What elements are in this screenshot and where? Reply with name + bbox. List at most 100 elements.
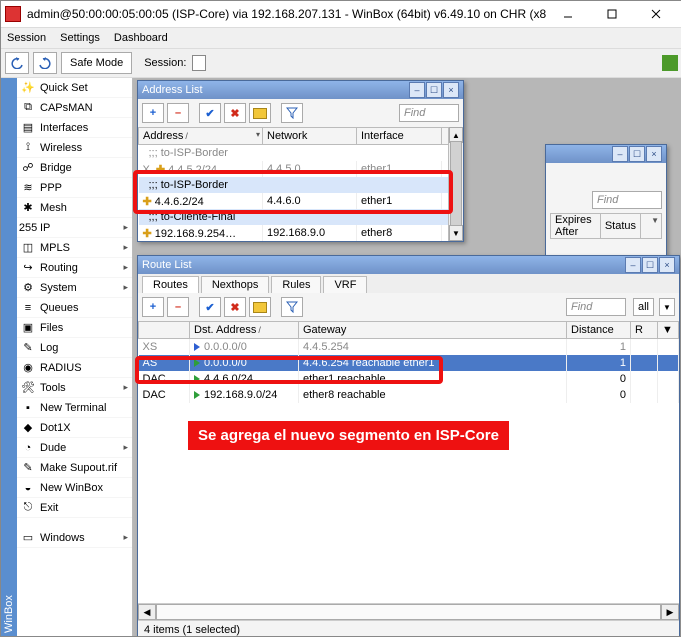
sidebar-item-capsman[interactable]: ⧉CAPsMAN [17,98,132,118]
enable-button[interactable]: ✔ [199,103,221,123]
hidden-min-button[interactable]: – [612,146,628,162]
hidden-find-input[interactable]: Find [592,191,662,209]
col-dst[interactable]: Dst. Address/ [190,322,299,339]
table-row[interactable]: DAC192.168.9.0/24ether8 reachable0 [139,387,679,403]
hscroll-right[interactable]: ▶ [661,604,679,620]
route-filter-button[interactable] [281,297,303,317]
close-button[interactable] [634,1,678,27]
sidebar-item-wireless[interactable]: ⟟Wireless [17,138,132,158]
remove-button[interactable]: – [167,103,189,123]
sidebar-item-new-winbox[interactable]: ◒New WinBox [17,478,132,498]
table-row[interactable]: ✚ 4.4.6.2/244.4.6.0ether1 [139,193,463,209]
route-enable-button[interactable]: ✔ [199,297,221,317]
menu-session[interactable]: Session [7,32,46,44]
sidebar-item-mpls[interactable]: ◫MPLS▸ [17,238,132,258]
table-row[interactable]: X✚ 4.4.5.2/244.4.5.0ether1 [139,161,463,177]
sidebar-handle-label: WinBox [3,595,15,633]
route-min-button[interactable]: – [625,257,641,273]
addr-find-input[interactable]: Find [399,104,459,122]
table-row[interactable]: ✚ 192.168.9.254…192.168.9.0ether8 [139,225,463,241]
col-distance[interactable]: Distance [567,322,631,339]
comment-button[interactable] [249,103,271,123]
sidebar-item-log[interactable]: ✎Log [17,338,132,358]
sidebar-item-make-supout-rif[interactable]: ✎Make Supout.rif [17,458,132,478]
col-expires[interactable]: Expires After [551,214,601,239]
sidebar-item-quick-set[interactable]: ✨Quick Set [17,78,132,98]
col-interface[interactable]: Interface [357,128,442,145]
table-row[interactable]: ;;; to-ISP-Border [139,145,463,162]
addr-scroll-thumb[interactable] [450,141,462,227]
sidebar-handle[interactable]: WinBox [1,78,17,637]
sidebar-item-routing[interactable]: ↪Routing▸ [17,258,132,278]
sidebar-item-exit[interactable]: ⎋Exit [17,498,132,518]
route-remove-button[interactable]: – [167,297,189,317]
submenu-arrow-icon: ▸ [123,532,128,543]
route-find-input[interactable]: Find [566,298,626,316]
addr-close-button[interactable]: × [443,82,459,98]
route-comment-button[interactable] [249,297,271,317]
col-flags[interactable] [139,322,190,339]
sidebar-item-tools[interactable]: 🛠Tools▸ [17,378,132,398]
sidebar-item-mesh[interactable]: ✱Mesh [17,198,132,218]
route-scope-arrow[interactable]: ▼ [659,298,675,316]
addr-scroll-down[interactable]: ▼ [449,225,463,241]
add-button[interactable]: + [142,103,164,123]
hidden-max-button[interactable]: ☐ [629,146,645,162]
route-scope-select[interactable]: all [633,298,654,316]
sidebar-item-ip[interactable]: 255IP▸ [17,218,132,238]
tab-nexthops[interactable]: Nexthops [201,276,269,293]
table-row[interactable]: ;;; to-ISP-Border [139,177,463,193]
sidebar-item-radius[interactable]: ◉RADIUS [17,358,132,378]
addr-min-button[interactable]: – [409,82,425,98]
menu-dashboard[interactable]: Dashboard [114,32,168,44]
tab-routes[interactable]: Routes [142,276,199,293]
route-max-button[interactable]: ☐ [642,257,658,273]
sidebar-item-bridge[interactable]: ☍Bridge [17,158,132,178]
sidebar-item-label: Bridge [40,162,72,174]
menu-settings[interactable]: Settings [60,32,100,44]
undo-button[interactable] [5,52,29,74]
table-row[interactable]: XS0.0.0.0/04.4.5.2541 [139,339,679,356]
tab-vrf[interactable]: VRF [323,276,367,293]
route-active-icon [194,391,200,399]
sidebar-item-interfaces[interactable]: ▤Interfaces [17,118,132,138]
col-status[interactable]: Status [600,214,640,239]
sidebar-item-dude[interactable]: ◔Dude▸ [17,438,132,458]
sidebar-item-new-terminal[interactable]: ▪New Terminal [17,398,132,418]
filter-button[interactable] [281,103,303,123]
col-address[interactable]: Address/▾ [139,128,263,145]
col-network[interactable]: Network [263,128,357,145]
disable-button[interactable]: ✖ [224,103,246,123]
col-gateway[interactable]: Gateway [299,322,567,339]
route-disable-button[interactable]: ✖ [224,297,246,317]
hidden-close-button[interactable]: × [646,146,662,162]
maximize-button[interactable] [590,1,634,27]
sidebar-item-dot1x[interactable]: ◆Dot1X [17,418,132,438]
sidebar-item-label: Windows [40,532,85,544]
col-route-more[interactable]: ▼ [658,322,679,339]
hscroll-track[interactable] [156,604,661,620]
route-close-button[interactable]: × [659,257,675,273]
table-row[interactable]: DAC4.4.6.0/24ether1 reachable0 [139,371,679,387]
col-r[interactable]: R [631,322,658,339]
hscroll-left[interactable]: ◀ [138,604,156,620]
safe-mode-button[interactable]: Safe Mode [61,52,132,74]
table-row[interactable]: AS0.0.0.0/04.4.6.254 reachable ether11 [139,355,679,371]
col-more[interactable]: ▼ [641,214,662,239]
sidebar-item-system[interactable]: ⚙System▸ [17,278,132,298]
sidebar-item-windows[interactable]: ▭Windows▸ [17,528,132,548]
wand-icon: ✨ [21,81,35,95]
addr-max-button[interactable]: ☐ [426,82,442,98]
session-input[interactable] [192,55,206,71]
redo-button[interactable] [33,52,57,74]
sidebar-item-files[interactable]: ▣Files [17,318,132,338]
tab-rules[interactable]: Rules [271,276,321,293]
sidebar-item-ppp[interactable]: ≋PPP [17,178,132,198]
sidebar-item-queues[interactable]: ≡Queues [17,298,132,318]
route-add-button[interactable]: + [142,297,164,317]
sidebar-item-label: Exit [40,502,58,514]
table-row[interactable]: ;;; to-Cliente-Final [139,209,463,225]
sidebar-item-label: System [40,282,77,294]
minimize-button[interactable] [546,1,590,27]
status-indicator[interactable] [662,55,678,71]
